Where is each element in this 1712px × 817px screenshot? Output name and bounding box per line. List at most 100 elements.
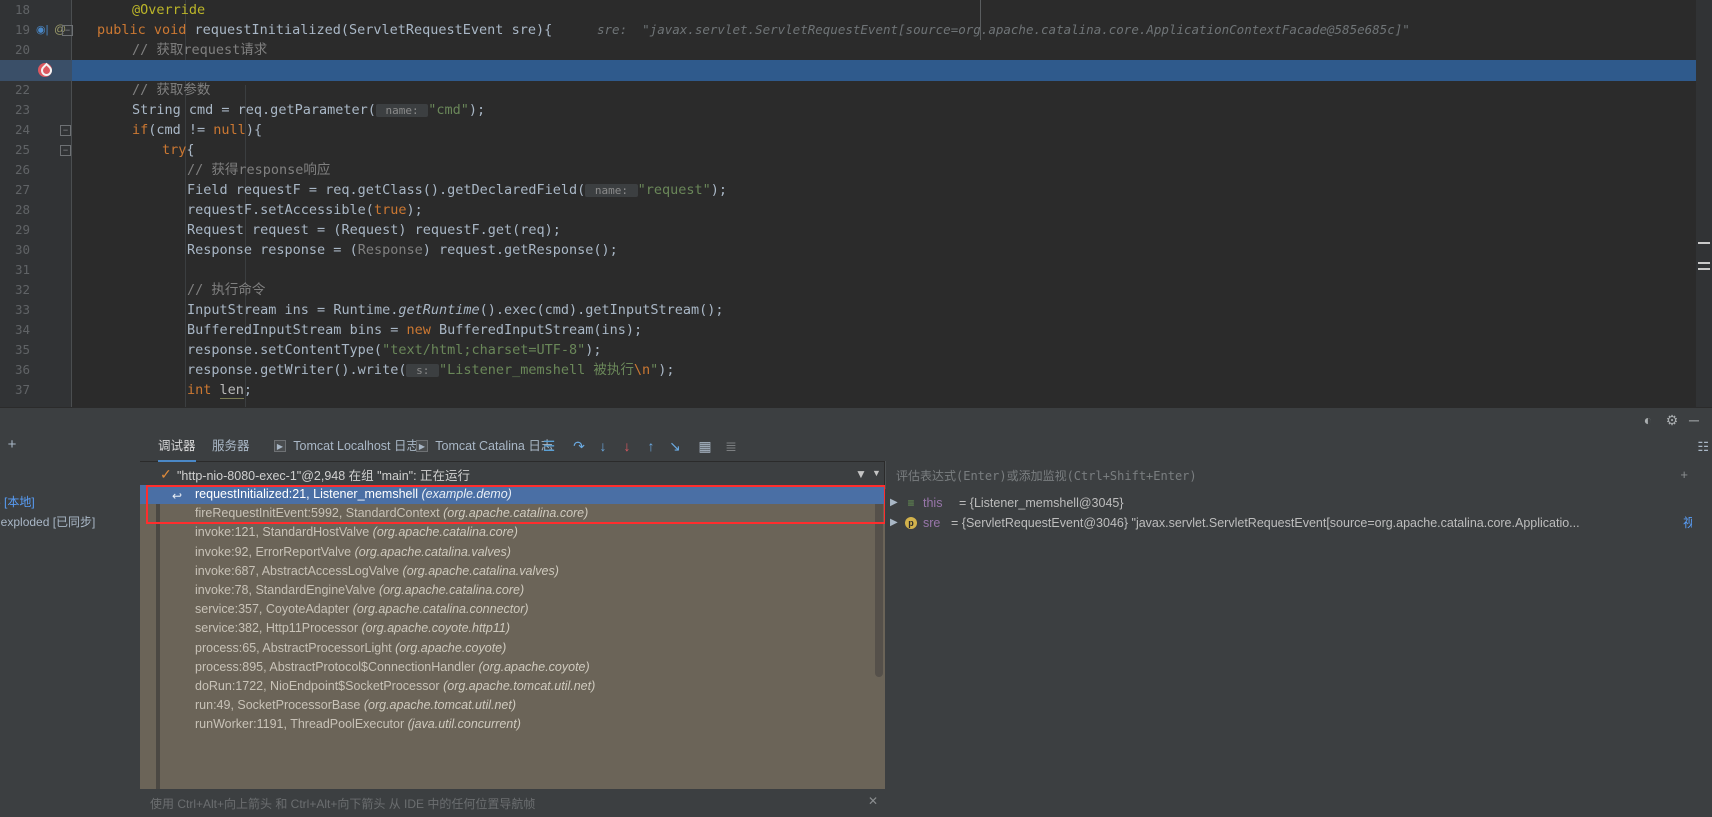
- code-line[interactable]: InputStream ins = Runtime.getRuntime().e…: [72, 300, 1696, 320]
- code-line[interactable]: BufferedInputStream bins = new BufferedI…: [72, 320, 1696, 340]
- gear-icon[interactable]: ⚙: [1664, 412, 1680, 428]
- stack-frame-row[interactable]: service:382, Http11Processor (org.apache…: [140, 619, 885, 638]
- layout-settings-icon[interactable]: ☷: [1697, 439, 1709, 455]
- frame-method: invoke:78, StandardEngineValve: [195, 583, 379, 597]
- frame-package: (org.apache.coyote.http11): [361, 621, 510, 636]
- frame-package: (org.apache.catalina.core): [378, 583, 525, 597]
- frame-method: doRun:1722, NioEndpoint$SocketProcessor: [195, 679, 444, 693]
- code-token: Field: [187, 182, 228, 198]
- stripe-mark[interactable]: [1698, 268, 1710, 270]
- force-step-into-icon[interactable]: ↓: [618, 437, 636, 455]
- stack-frame-row[interactable]: fireRequestInitEvent:5992, StandardConte…: [140, 504, 885, 523]
- code-line[interactable]: [72, 260, 1696, 280]
- stack-frame-row[interactable]: invoke:78, StandardEngineValve (org.apac…: [140, 581, 885, 600]
- step-over-icon[interactable]: ↷: [570, 437, 588, 455]
- evaluate-expression-input[interactable]: 评估表达式(Enter)或添加监视(Ctrl+Shift+Enter): [885, 461, 1670, 489]
- tab-debugger[interactable]: 调试器: [158, 434, 196, 462]
- code-line[interactable]: response.getWriter().write( s: "Listener…: [72, 360, 1696, 380]
- thread-selector[interactable]: ✓ "http-nio-8080-exec-1"@2,948 在组 "main"…: [145, 463, 875, 485]
- variable-row[interactable]: ▶ p sre = {ServletRequestEvent@3046} "java…: [885, 513, 1712, 533]
- chevron-down-icon[interactable]: ▼: [872, 468, 881, 478]
- expand-arrow-icon[interactable]: ▶: [890, 513, 898, 533]
- settings-sync-icon[interactable]: ◐: [1640, 412, 1656, 428]
- code-token: "Listener_memshell 被执行: [438, 362, 634, 378]
- stripe-mark[interactable]: [1698, 242, 1710, 244]
- stack-frame-row[interactable]: ↩ requestInitialized:21, Listener_memshel…: [140, 485, 885, 504]
- variables-panel[interactable]: ▼ ▼ 评估表达式(Enter)或添加监视(Ctrl+Shift+Enter) …: [855, 461, 1712, 817]
- stack-frame-row[interactable]: process:65, AbstractProcessorLight (org.…: [140, 639, 885, 658]
- stack-frame-row[interactable]: run:49, SocketProcessorBase (org.apache.…: [140, 696, 885, 715]
- filter-icon[interactable]: ▼: [855, 467, 867, 481]
- minimize-icon[interactable]: ─: [1686, 412, 1702, 428]
- tab-server[interactable]: 服务器: [212, 434, 250, 458]
- run-config-item[interactable]: .55 [本地]: [0, 493, 35, 510]
- variable-row[interactable]: ▶ ≡ this = {Listener_memshell@3045}: [885, 493, 1712, 513]
- debug-tab-bar[interactable]: 调试器 服务器 ▶ Tomcat Localhost 日志 ▶ Tomcat C…: [140, 431, 1712, 462]
- line-number: 18: [14, 2, 30, 17]
- call-stack-frames[interactable]: ↩ requestInitialized:21, Listener_memshel…: [140, 485, 885, 789]
- frame-package: (org.apache.tomcat.util.net): [443, 679, 596, 693]
- stack-frame-row[interactable]: service:357, CoyoteAdapter (org.apache.c…: [140, 600, 885, 619]
- expand-arrow-icon[interactable]: ▶: [890, 493, 898, 513]
- tab-tomcat-localhost-log[interactable]: ▶ Tomcat Localhost 日志: [274, 434, 419, 458]
- code-line[interactable]: try{: [72, 140, 1696, 160]
- fold-toggle-icon[interactable]: [60, 125, 71, 136]
- status-hint-text: 使用 Ctrl+Alt+向上箭头 和 Ctrl+Alt+向下箭头 从 IDE 中…: [150, 797, 536, 811]
- line-number: 33: [14, 302, 30, 317]
- stack-frame-row[interactable]: doRun:1722, NioEndpoint$SocketProcessor …: [140, 677, 885, 696]
- stack-frame-row[interactable]: process:895, AbstractProtocol$Connection…: [140, 658, 885, 677]
- tab-tomcat-catalina-log[interactable]: ▶ Tomcat Catalina 日志: [416, 434, 553, 458]
- layout-icon[interactable]: ☰: [540, 437, 558, 455]
- code-line[interactable]: requestF.setAccessible(true);: [72, 200, 1696, 220]
- stack-frame-row[interactable]: invoke:92, ErrorReportValve (org.apache.…: [140, 543, 885, 562]
- override-marker-icon[interactable]: ◉|: [36, 23, 48, 36]
- step-into-icon[interactable]: ↓: [594, 437, 612, 455]
- step-out-icon[interactable]: ↑: [642, 437, 660, 455]
- stripe-mark[interactable]: [1698, 262, 1710, 264]
- code-line[interactable]: String cmd = req.getParameter( name: "cm…: [72, 100, 1696, 120]
- debug-tool-window[interactable]: + .55 [本地] op:exploded [已同步] 调试器 服务器 ▶ T…: [0, 431, 1712, 817]
- code-line[interactable]: // 获取参数: [72, 80, 1696, 100]
- frame-package: (org.apache.catalina.connector): [352, 602, 529, 617]
- code-line[interactable]: public void requestInitialized(ServletRe…: [72, 20, 1696, 40]
- fold-toggle-icon[interactable]: [62, 25, 73, 36]
- frame-method: fireRequestInitEvent:5992, StandardConte…: [195, 506, 444, 521]
- run-config-item[interactable]: op:exploded [已同步]: [0, 513, 95, 530]
- line-number: 25: [14, 142, 30, 157]
- code-line[interactable]: response.setContentType("text/html;chars…: [72, 340, 1696, 360]
- code-line[interactable]: int len;: [72, 380, 1696, 400]
- close-icon[interactable]: ✕: [868, 794, 878, 808]
- code-token: name:: [375, 104, 429, 117]
- code-token: {: [186, 142, 195, 158]
- evaluate-expression-row[interactable]: ▼ ▼ 评估表达式(Enter)或添加监视(Ctrl+Shift+Enter) …: [855, 461, 1712, 489]
- code-token: sre){: [503, 22, 553, 38]
- code-token: "cmd": [428, 102, 469, 118]
- code-token: String: [132, 102, 181, 118]
- frame-package: (java.util.concurrent): [407, 717, 521, 732]
- evaluate-icon[interactable]: ▦: [696, 437, 714, 455]
- error-stripe-gutter[interactable]: [1696, 0, 1712, 407]
- stack-frame-row[interactable]: invoke:121, StandardHostValve (org.apach…: [140, 523, 885, 542]
- code-line[interactable]: if(cmd != null){: [72, 120, 1696, 140]
- stack-frame-row[interactable]: invoke:687, AbstractAccessLogValve (org.…: [140, 562, 885, 581]
- run-icon: ▶: [274, 440, 286, 452]
- code-line[interactable]: Field requestF = req.getClass().getDecla…: [72, 180, 1696, 200]
- add-watch-icon[interactable]: +: [1680, 467, 1688, 482]
- code-line[interactable]: @Override: [72, 0, 1696, 20]
- code-line[interactable]: // 获取request请求: [72, 40, 1696, 60]
- code-editor[interactable]: 1819202122232425262728293031323334353637…: [0, 0, 1712, 407]
- fold-toggle-icon[interactable]: [60, 145, 71, 156]
- add-watch-button[interactable]: +: [3, 436, 21, 454]
- code-line[interactable]: Request request = (Request) requestF.get…: [72, 220, 1696, 240]
- code-line[interactable]: // 获得response响应: [72, 160, 1696, 180]
- code-line[interactable]: // 执行命令: [72, 280, 1696, 300]
- breakpoint-icon[interactable]: [38, 63, 52, 77]
- line-number: 22: [14, 82, 30, 97]
- tab-label: 调试器: [158, 439, 196, 453]
- code-line[interactable]: Response response = (Response) request.g…: [72, 240, 1696, 260]
- stack-frame-row[interactable]: runWorker:1191, ThreadPoolExecutor (java…: [140, 715, 885, 734]
- frame-package: (org.apache.catalina.valves): [402, 563, 559, 578]
- run-to-cursor-icon[interactable]: ↘: [666, 437, 684, 455]
- frame-method: run:49, SocketProcessorBase: [195, 698, 364, 713]
- mute-breakpoints-icon[interactable]: ≣: [722, 437, 740, 455]
